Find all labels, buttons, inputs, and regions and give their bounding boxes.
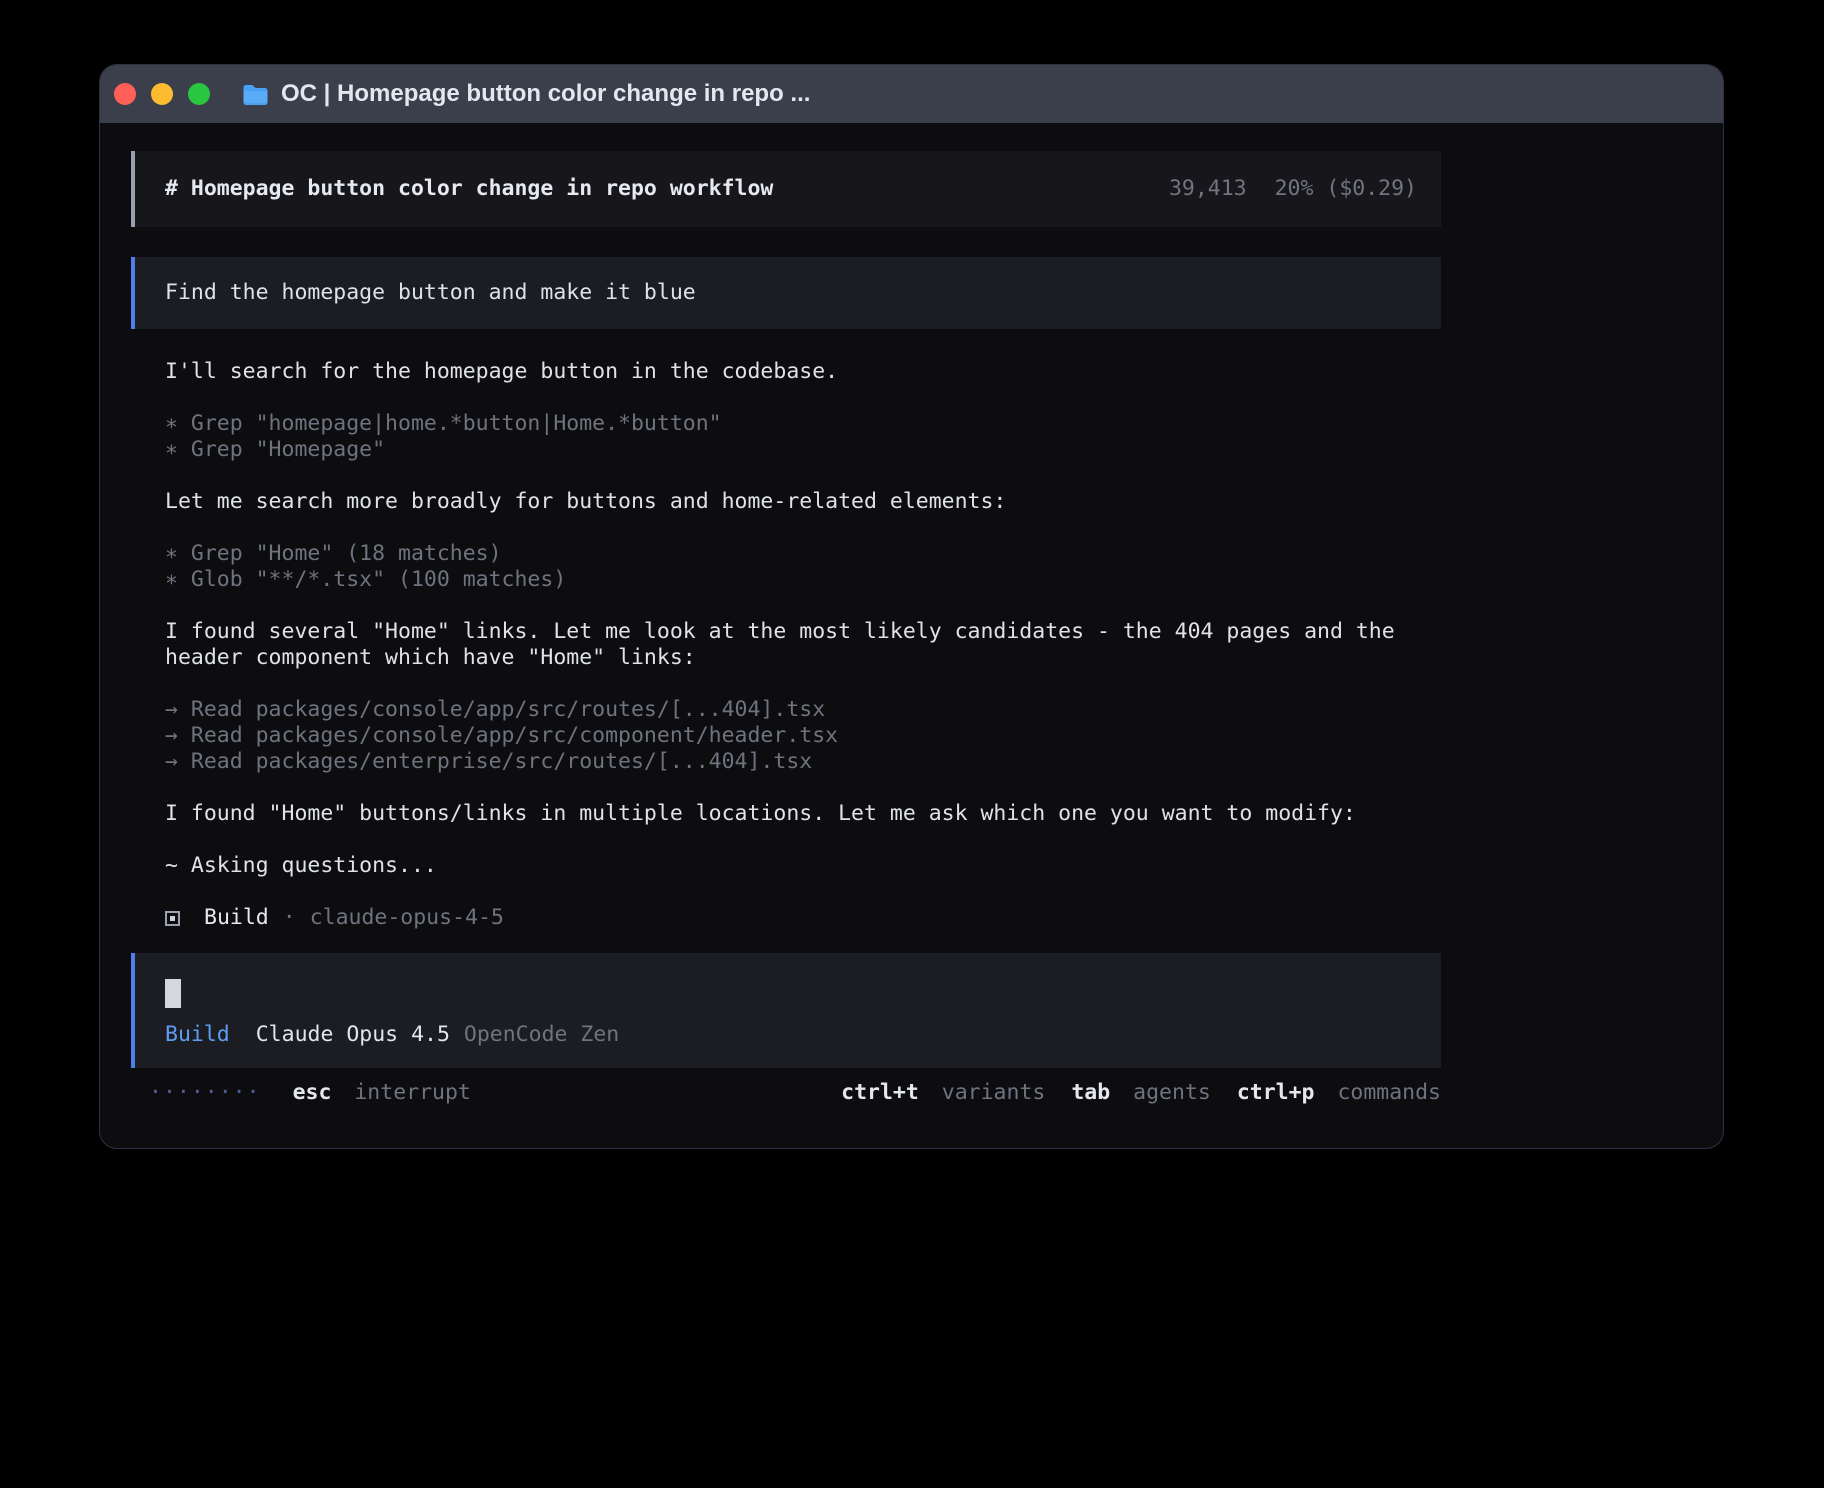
assistant-text: Let me search more broadly for buttons a…	[165, 489, 1441, 515]
key-ctrl-p: ctrl+p	[1237, 1080, 1315, 1105]
hint-variants-label: variants	[942, 1080, 1046, 1105]
hint-agents: tab agents	[1071, 1080, 1210, 1106]
hint-variants: ctrl+t variants	[841, 1080, 1045, 1106]
tool-call-read: → Read packages/console/app/src/routes/[…	[165, 697, 1441, 723]
agent-name: Build	[204, 905, 269, 931]
assistant-text: I found "Home" buttons/links in multiple…	[165, 801, 1441, 827]
minimize-button[interactable]	[151, 83, 173, 105]
hint-commands: ctrl+p commands	[1237, 1080, 1441, 1106]
footer-hints: ········ esc interrupt ctrl+t variants t…	[131, 1080, 1441, 1106]
key-esc: esc	[293, 1080, 332, 1105]
agent-icon	[165, 911, 180, 926]
tool-call-group: ∗ Grep "homepage|home.*button|Home.*butt…	[165, 411, 1441, 463]
tool-call-read: → Read packages/enterprise/src/routes/[.…	[165, 749, 1441, 775]
agent-line: Build · claude-opus-4-5	[165, 905, 1441, 931]
session-stats: 39,413 20% ($0.29)	[1169, 176, 1417, 202]
session-title: # Homepage button color change in repo w…	[165, 176, 773, 202]
hint-commands-label: commands	[1337, 1080, 1441, 1105]
hint-interrupt: esc interrupt	[293, 1080, 471, 1106]
hint-interrupt-label: interrupt	[354, 1080, 471, 1105]
provider-label: OpenCode Zen	[464, 1022, 619, 1048]
token-count: 39,413	[1169, 176, 1247, 202]
input-status-bar: Build Claude Opus 4.5 OpenCode Zen	[165, 1022, 1417, 1048]
assistant-text: I'll search for the homepage button in t…	[165, 359, 1441, 385]
tool-call-group: ∗ Grep "Home" (18 matches) ∗ Glob "**/*.…	[165, 541, 1441, 593]
user-message: Find the homepage button and make it blu…	[131, 257, 1441, 329]
context-cost: 20% ($0.29)	[1275, 176, 1417, 202]
zoom-button[interactable]	[188, 83, 210, 105]
key-tab: tab	[1071, 1080, 1110, 1105]
traffic-lights	[114, 83, 210, 105]
prompt-input[interactable]: Build Claude Opus 4.5 OpenCode Zen	[131, 953, 1441, 1068]
tool-call-grep: ∗ Grep "Homepage"	[165, 437, 1441, 463]
agent-separator: ·	[283, 905, 296, 931]
mode-label[interactable]: Build	[165, 1022, 230, 1048]
footer-left: ········ esc interrupt	[149, 1080, 471, 1106]
session-header: # Homepage button color change in repo w…	[131, 151, 1441, 227]
window-title: OC | Homepage button color change in rep…	[281, 80, 810, 108]
footer-right: ctrl+t variants tab agents ctrl+p comman…	[841, 1080, 1441, 1106]
progress-dots: ········	[149, 1080, 261, 1106]
text-cursor	[165, 979, 181, 1008]
tool-call-glob: ∗ Glob "**/*.tsx" (100 matches)	[165, 567, 1441, 593]
tool-call-grep: ∗ Grep "Home" (18 matches)	[165, 541, 1441, 567]
terminal-window: OC | Homepage button color change in rep…	[99, 64, 1724, 1149]
session-content: # Homepage button color change in repo w…	[131, 151, 1441, 1106]
user-message-text: Find the homepage button and make it blu…	[165, 280, 696, 306]
tool-call-grep: ∗ Grep "homepage|home.*button|Home.*butt…	[165, 411, 1441, 437]
tool-call-read: → Read packages/console/app/src/componen…	[165, 723, 1441, 749]
titlebar[interactable]: OC | Homepage button color change in rep…	[100, 65, 1723, 123]
key-ctrl-t: ctrl+t	[841, 1080, 919, 1105]
folder-icon	[242, 83, 269, 105]
status-line: ~ Asking questions...	[165, 853, 1441, 879]
close-button[interactable]	[114, 83, 136, 105]
assistant-text: I found several "Home" links. Let me loo…	[165, 619, 1441, 671]
tool-call-group: → Read packages/console/app/src/routes/[…	[165, 697, 1441, 775]
model-label[interactable]: Claude Opus 4.5	[256, 1022, 450, 1048]
hint-agents-label: agents	[1133, 1080, 1211, 1105]
agent-model: claude-opus-4-5	[310, 905, 504, 931]
